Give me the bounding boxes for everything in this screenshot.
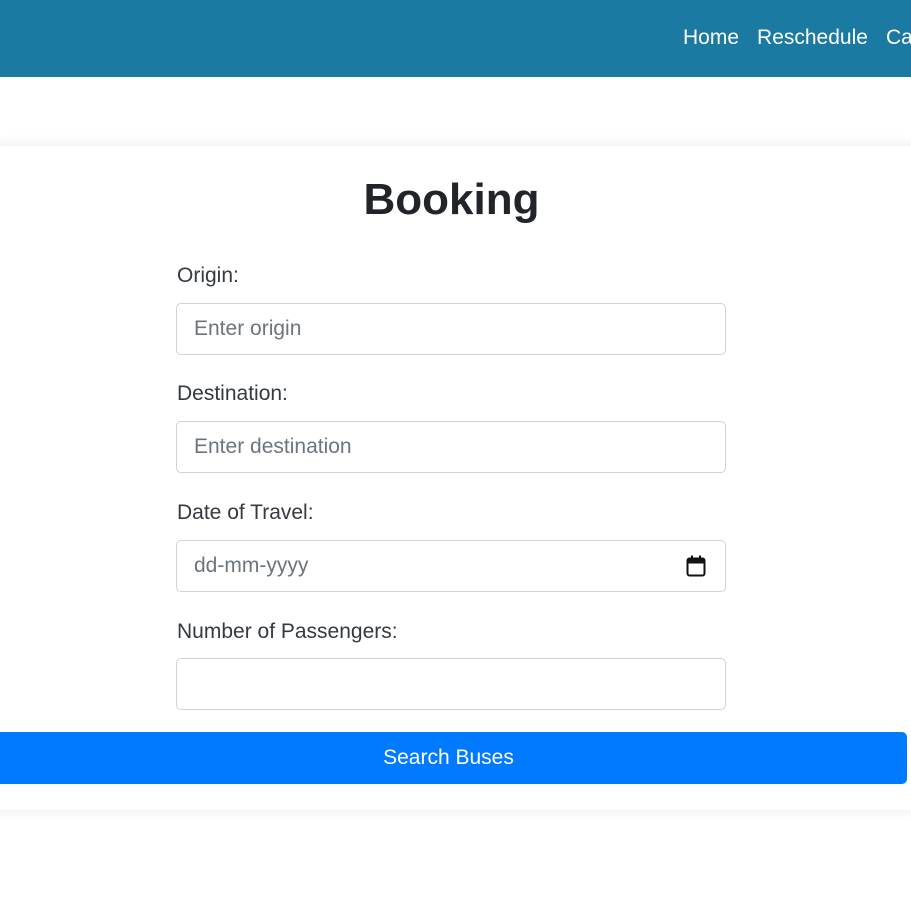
top-navbar: Home Reschedule Cancel (0, 0, 911, 77)
destination-label: Destination: (177, 382, 288, 405)
nav-link-reschedule[interactable]: Reschedule (757, 26, 868, 50)
passengers-label: Number of Passengers: (177, 620, 398, 643)
origin-input[interactable]: Enter origin (176, 303, 726, 355)
date-label: Date of Travel: (177, 501, 314, 524)
passengers-input[interactable] (176, 658, 726, 710)
origin-placeholder: Enter origin (194, 317, 302, 340)
nav-link-home[interactable]: Home (683, 26, 739, 50)
date-input[interactable]: dd-mm-yyyy (176, 540, 726, 592)
destination-placeholder: Enter destination (194, 435, 352, 458)
nav-links: Home Reschedule Cancel (683, 26, 911, 50)
nav-link-cancel[interactable]: Cancel (886, 26, 911, 50)
date-placeholder: dd-mm-yyyy (194, 554, 309, 577)
search-buses-button[interactable]: Search Buses (0, 732, 907, 784)
booking-card (0, 146, 911, 810)
destination-input[interactable]: Enter destination (176, 421, 726, 473)
page-title: Booking (363, 175, 540, 224)
origin-label: Origin: (177, 264, 239, 287)
calendar-icon[interactable] (686, 555, 706, 577)
